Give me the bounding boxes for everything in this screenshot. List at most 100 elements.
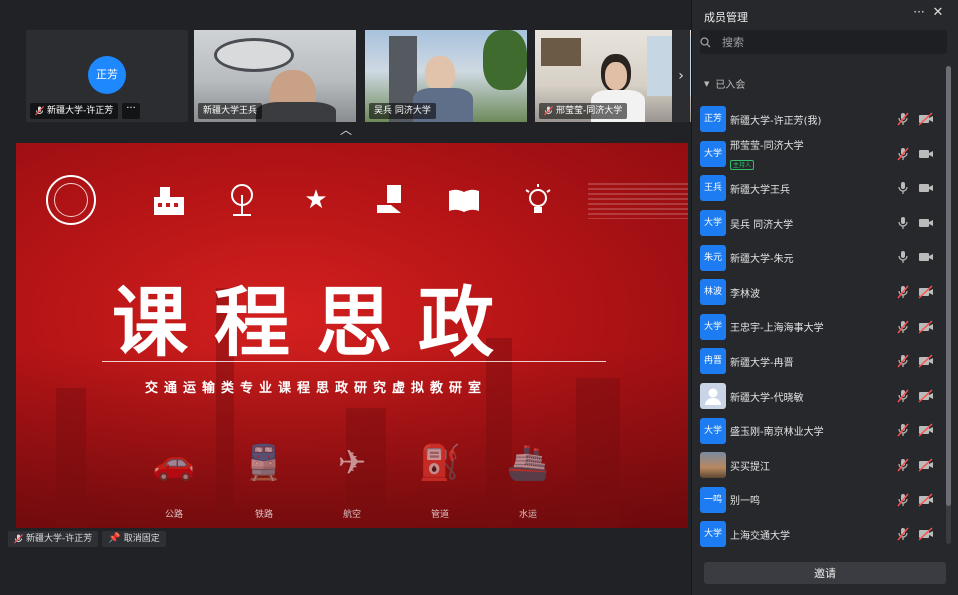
hand-book-icon xyxy=(373,183,407,217)
member-row[interactable]: 一鸣 别一鸣 xyxy=(700,483,940,518)
divider xyxy=(102,361,606,362)
car-icon: 🚗 xyxy=(152,443,196,483)
search-box xyxy=(700,30,947,54)
mic-muted-icon[interactable] xyxy=(896,111,910,127)
more-options-icon[interactable]: ··· xyxy=(911,5,927,23)
search-icon xyxy=(700,36,722,48)
transport-label: 航空 xyxy=(342,510,361,520)
collapse-strip-icon[interactable]: ︿ xyxy=(338,123,354,137)
avatar: 冉晋 xyxy=(700,348,726,375)
camera-off-icon[interactable] xyxy=(918,353,934,369)
camera-off-icon[interactable] xyxy=(918,422,934,438)
slide-subtitle: 交通运输类专业课程思政研究虚拟教研室 xyxy=(144,381,487,396)
member-row[interactable]: 大学 邢莹莹-同济大学 主持人 xyxy=(700,137,940,172)
transport-label: 管道 xyxy=(430,510,449,520)
avatar: 大学 xyxy=(700,140,726,167)
mic-muted-icon[interactable] xyxy=(896,388,910,404)
transport-item: 🚗 公路 xyxy=(134,443,214,520)
meeting-window: 正芳 新疆大学-许正芳 ··· 新疆大学王兵 吴兵 同济大学 邢莹莹-同济大学 … xyxy=(0,0,958,595)
avatar: 正芳 xyxy=(700,106,726,133)
avatar: 王兵 xyxy=(700,175,726,202)
member-row[interactable]: 朱元 新疆大学-朱元 xyxy=(700,240,940,275)
camera-off-icon[interactable] xyxy=(918,492,934,508)
member-row[interactable]: 王兵 新疆大学王兵 xyxy=(700,171,940,206)
avatar: 林波 xyxy=(700,279,726,306)
participant-thumb[interactable]: 正芳 新疆大学-许正芳 ··· xyxy=(26,30,188,122)
mic-muted-icon[interactable] xyxy=(896,353,910,369)
star-icon: ★ xyxy=(304,185,328,215)
joined-section-header[interactable]: ▼ 已入会 xyxy=(704,76,745,92)
camera-off-icon[interactable] xyxy=(918,111,934,127)
transport-label: 水运 xyxy=(518,510,537,520)
avatar: 大学 xyxy=(700,313,726,340)
decorative-stripes xyxy=(588,183,688,219)
mic-icon[interactable] xyxy=(896,180,910,196)
mic-muted-icon[interactable] xyxy=(896,422,910,438)
participant-thumb[interactable]: 新疆大学王兵 xyxy=(194,30,356,122)
member-row[interactable]: 新疆大学-代晓敏 xyxy=(700,379,940,414)
scrollbar-thumb[interactable] xyxy=(946,66,951,506)
mic-muted-icon[interactable] xyxy=(896,492,910,508)
participant-thumb[interactable]: 吴兵 同济大学 xyxy=(365,30,527,122)
camera-off-icon[interactable] xyxy=(918,388,934,404)
pin-icon: 📌 xyxy=(108,533,121,544)
member-row[interactable]: 正芳 新疆大学-许正芳(我) xyxy=(700,102,940,137)
avatar: 大学 xyxy=(700,521,726,548)
member-list: 正芳 新疆大学-许正芳(我) 大学 邢莹莹-同济大学 主持人 王兵 新疆大学王兵 大学 吴兵 同… xyxy=(700,102,940,552)
member-row[interactable]: 大学 吴兵 同济大学 xyxy=(700,206,940,241)
avatar xyxy=(700,383,726,410)
close-icon[interactable]: ✕ xyxy=(930,5,946,23)
next-page-button[interactable]: › xyxy=(672,30,690,122)
camera-off-icon[interactable] xyxy=(918,526,934,542)
mic-muted-icon[interactable] xyxy=(896,526,910,542)
participant-strip: 正芳 新疆大学-许正芳 ··· 新疆大学王兵 吴兵 同济大学 邢莹莹-同济大学 xyxy=(26,30,697,122)
university-seal-icon xyxy=(46,175,96,225)
ship-icon: 🚢 xyxy=(506,443,550,483)
camera-off-icon[interactable] xyxy=(918,319,934,335)
camera-icon[interactable] xyxy=(918,215,934,231)
participant-name-tag: 吴兵 同济大学 xyxy=(369,103,436,119)
participant-name-tag: 新疆大学-许正芳 xyxy=(30,103,119,119)
member-row[interactable]: 冉晋 新疆大学-冉晋 xyxy=(700,344,940,379)
member-row[interactable]: 大学 上海交通大学 xyxy=(700,517,940,552)
mic-muted-icon[interactable] xyxy=(896,146,910,162)
pipeline-icon: ⛽ xyxy=(418,443,462,483)
transport-label: 铁路 xyxy=(254,510,273,520)
mic-icon[interactable] xyxy=(896,249,910,265)
invite-button[interactable]: 邀请 xyxy=(704,562,946,584)
mic-muted-icon xyxy=(544,106,553,116)
member-row[interactable]: 大学 盛玉刚-南京林业大学 xyxy=(700,413,940,448)
mic-muted-icon xyxy=(14,534,23,544)
member-row[interactable]: 大学 王忠宇-上海海事大学 xyxy=(700,310,940,345)
pin-bar: 新疆大学-许正芳 📌 取消固定 xyxy=(8,531,166,547)
lightbulb-icon xyxy=(521,183,555,217)
unpin-label: 取消固定 xyxy=(123,534,160,544)
camera-icon[interactable] xyxy=(918,146,934,162)
unpin-button[interactable]: 📌 取消固定 xyxy=(102,531,166,547)
participant-name-tag: 新疆大学王兵 xyxy=(198,103,263,119)
member-panel: 成员管理 ··· ✕ ▼ 已入会 正芳新疆大学-许正芳(我)大学邢莹莹-同济大学… xyxy=(691,0,958,595)
video-area: 正芳 新疆大学-许正芳 ··· 新疆大学王兵 吴兵 同济大学 邢莹莹-同济大学 … xyxy=(0,0,697,595)
participant-name: 新疆大学-许正芳 xyxy=(47,106,114,116)
camera-icon[interactable] xyxy=(918,249,934,265)
panel-title: 成员管理 xyxy=(704,11,748,24)
camera-off-icon[interactable] xyxy=(918,284,934,300)
member-row[interactable]: 买买提江 xyxy=(700,448,940,483)
avatar xyxy=(700,452,726,479)
transport-item: 🚆 铁路 xyxy=(224,443,304,520)
mic-muted-icon[interactable] xyxy=(896,284,910,300)
camera-icon[interactable] xyxy=(918,180,934,196)
member-row[interactable]: 林波 李林波 xyxy=(700,275,940,310)
speaker-name: 新疆大学-许正芳 xyxy=(26,534,93,544)
transport-label: 公路 xyxy=(164,510,183,520)
mic-icon[interactable] xyxy=(896,215,910,231)
search-input[interactable] xyxy=(722,35,947,49)
mic-muted-icon[interactable] xyxy=(896,457,910,473)
avatar: 朱元 xyxy=(700,244,726,271)
mic-muted-icon[interactable] xyxy=(896,319,910,335)
more-options-button[interactable]: ··· xyxy=(122,103,140,119)
camera-off-icon[interactable] xyxy=(918,457,934,473)
open-book-icon xyxy=(447,183,481,217)
participant-name: 新疆大学王兵 xyxy=(203,106,258,116)
speaker-tag: 新疆大学-许正芳 xyxy=(8,531,99,547)
